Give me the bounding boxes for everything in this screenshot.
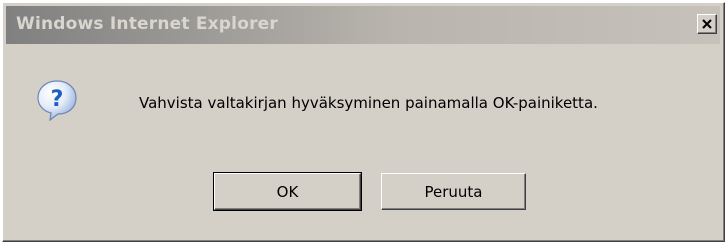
ok-button[interactable]: OK <box>213 172 362 211</box>
close-button[interactable] <box>697 14 717 34</box>
window-title: Windows Internet Explorer <box>16 14 278 34</box>
dialog-window: Windows Internet Explorer ? Vahvista val… <box>2 2 725 242</box>
close-icon <box>702 19 712 29</box>
question-icon: ? <box>37 80 77 121</box>
title-bar[interactable]: Windows Internet Explorer <box>6 6 720 44</box>
svg-text:?: ? <box>51 87 64 112</box>
cancel-button[interactable]: Peruuta <box>381 173 526 210</box>
dialog-message: Vahvista valtakirjan hyväksyminen painam… <box>139 94 598 112</box>
